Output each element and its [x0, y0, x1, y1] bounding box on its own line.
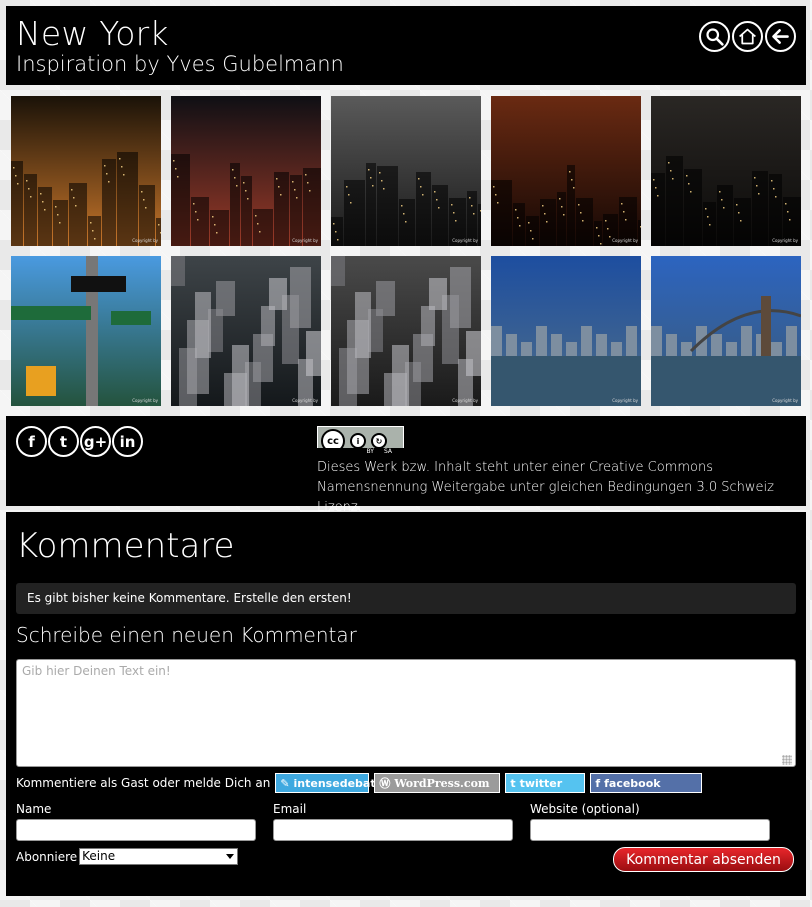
- aerial-buildings-gray-photo: [171, 256, 321, 406]
- aerial-buildings-bw-photo: [331, 256, 481, 406]
- gallery-thumbnail[interactable]: Copyright by: [11, 256, 161, 406]
- copyright-label: Copyright by: [772, 398, 798, 403]
- brooklyn-bridge-photo: [651, 256, 801, 406]
- facebook-login-button[interactable]: f facebook: [590, 773, 703, 793]
- name-label: Name: [16, 802, 52, 816]
- license-text[interactable]: Dieses Werk bzw. Inhalt steht unter eine…: [317, 458, 802, 518]
- gallery-thumbnail[interactable]: Copyright by: [171, 96, 321, 246]
- googleplus-icon[interactable]: g+: [80, 426, 111, 457]
- cc-sa-label: SA: [383, 448, 392, 455]
- website-label: Website (optional): [530, 802, 640, 816]
- gallery-thumbnail[interactable]: Copyright by: [491, 96, 641, 246]
- page-subtitle: Inspiration by Yves Gubelmann: [16, 52, 344, 76]
- submit-comment-button[interactable]: Kommentar absenden: [613, 847, 794, 872]
- cc-by-label: BY: [366, 448, 374, 455]
- photo-gallery: Copyright by Copyright by Copyright by C…: [11, 96, 801, 406]
- copyright-label: Copyright by: [452, 398, 478, 403]
- page-title: New York: [16, 14, 169, 53]
- new-comment-heading: Schreibe einen neuen Kommentar: [16, 623, 357, 647]
- subscribe-label: Abonniere: [16, 849, 78, 864]
- subscribe-select[interactable]: Keine: [79, 848, 239, 865]
- skyline-waterfront-photo: [491, 256, 641, 406]
- facebook-label: facebook: [604, 776, 661, 790]
- copyright-label: Copyright by: [612, 398, 638, 403]
- search-icon[interactable]: [699, 21, 730, 52]
- facebook-icon[interactable]: f: [16, 426, 47, 457]
- skyline-dark-night-photo: [651, 96, 801, 246]
- twitter-icon: t: [510, 776, 516, 790]
- linkedin-icon[interactable]: in: [112, 426, 143, 457]
- license-panel: f t g+ in cc i ↻ BY SA Dieses Werk bzw. Inh…: [6, 416, 806, 515]
- skyline-orange-night-photo: [491, 96, 641, 246]
- header-nav: [699, 21, 796, 52]
- comments-panel: Kommentare Es gibt bisher keine Kommenta…: [6, 512, 806, 896]
- gallery-thumbnail[interactable]: Copyright by: [331, 256, 481, 406]
- gallery-thumbnail[interactable]: Copyright by: [651, 96, 801, 246]
- gallery-thumbnail[interactable]: Copyright by: [331, 96, 481, 246]
- home-icon[interactable]: [732, 21, 763, 52]
- comment-textarea[interactable]: Gib hier Deinen Text ein!: [16, 659, 796, 767]
- chevron-down-icon: [226, 854, 235, 859]
- times-square-taxis-photo: [11, 96, 161, 246]
- attribution-icon: i: [350, 433, 366, 449]
- facebook-icon: f: [595, 776, 601, 790]
- email-field[interactable]: [273, 819, 513, 841]
- intensedebate-icon: ✎: [280, 776, 290, 790]
- twitter-icon[interactable]: t: [48, 426, 79, 457]
- copyright-label: Copyright by: [452, 238, 478, 243]
- gallery-thumbnail[interactable]: Copyright by: [11, 96, 161, 246]
- cc-badge-labels: BY SA: [317, 448, 404, 456]
- intensedebate-login-button[interactable]: ✎ intensedebate: [275, 773, 383, 793]
- gallery-thumbnail[interactable]: Copyright by: [491, 256, 641, 406]
- share-alike-icon: ↻: [371, 433, 387, 449]
- copyright-label: Copyright by: [292, 238, 318, 243]
- copyright-label: Copyright by: [772, 238, 798, 243]
- copyright-label: Copyright by: [132, 238, 158, 243]
- copyright-label: Copyright by: [292, 398, 318, 403]
- empty-comments-notice: Es gibt bisher keine Kommentare. Erstell…: [16, 583, 796, 614]
- email-label: Email: [273, 802, 307, 816]
- resize-grip-icon[interactable]: [782, 755, 792, 765]
- gallery-thumbnail[interactable]: Copyright by: [171, 256, 321, 406]
- back-arrow-icon[interactable]: [765, 21, 796, 52]
- intensedebate-label: intensedebate: [293, 776, 384, 790]
- copyright-label: Copyright by: [132, 398, 158, 403]
- skyline-gray-night-photo: [331, 96, 481, 246]
- guest-prompt: Kommentiere als Gast oder melde Dich an: [16, 776, 271, 790]
- times-square-crowd-photo: [171, 96, 321, 246]
- broadway-street-signs-photo: [11, 256, 161, 406]
- wordpress-label: WordPress.com: [394, 776, 490, 790]
- wordpress-icon: Ⓦ: [379, 777, 391, 790]
- twitter-label: twitter: [519, 776, 563, 790]
- name-field[interactable]: [16, 819, 256, 841]
- login-row: Kommentiere als Gast oder melde Dich an …: [16, 773, 703, 793]
- copyright-label: Copyright by: [612, 238, 638, 243]
- subscribe-selected-value: Keine: [82, 849, 116, 863]
- twitter-login-button[interactable]: t twitter: [505, 773, 586, 793]
- comments-heading: Kommentare: [16, 526, 235, 566]
- page-header: New York Inspiration by Yves Gubelmann: [6, 6, 806, 85]
- social-links: f t g+ in: [16, 426, 143, 457]
- subscribe-row: Abonniere Keine: [16, 848, 239, 865]
- wordpress-login-button[interactable]: Ⓦ WordPress.com: [374, 773, 501, 793]
- website-field[interactable]: [530, 819, 770, 841]
- gallery-thumbnail[interactable]: Copyright by: [651, 256, 801, 406]
